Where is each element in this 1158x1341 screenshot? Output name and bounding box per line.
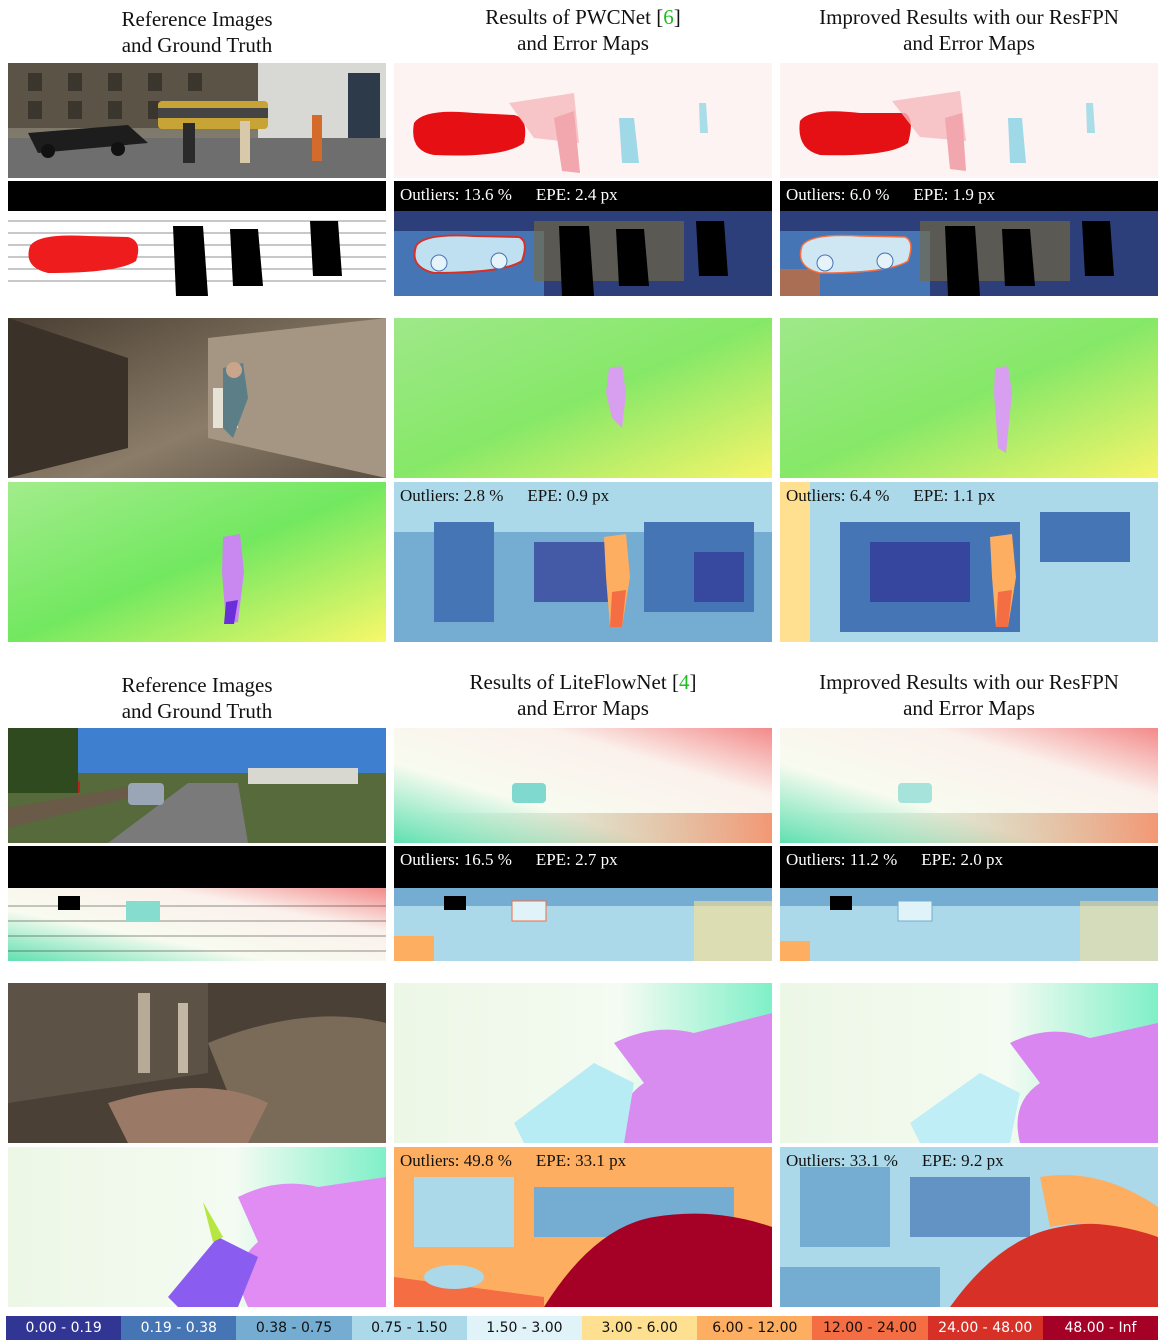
header-line: and Error Maps — [903, 696, 1035, 720]
header-pwcnet: Results of PWCNet [6] and Error Maps — [394, 4, 772, 56]
outliers-value: Outliers: 16.5 % — [400, 850, 512, 869]
sintel1-resfpn-flow — [780, 318, 1158, 478]
legend-bin: 24.00 - 48.00 — [927, 1316, 1043, 1340]
citation-link[interactable]: 4 — [679, 670, 690, 694]
metrics-label: Outliers: 6.4 % EPE: 1.1 px — [786, 486, 1019, 506]
kitti1-reference-image — [8, 63, 386, 178]
epe-value: EPE: 0.9 px — [527, 486, 610, 505]
metrics-label: Outliers: 13.6 % EPE: 2.4 px — [400, 185, 642, 205]
legend-bin: 1.50 - 3.00 — [466, 1316, 583, 1340]
sintel1-pwcnet-error-map: Outliers: 2.8 % EPE: 0.9 px — [394, 482, 772, 642]
legend-bin: 0.00 - 0.19 — [6, 1316, 122, 1340]
epe-value: EPE: 9.2 px — [921, 1151, 1004, 1170]
outliers-value: Outliers: 49.8 % — [400, 1151, 512, 1170]
sintel1-pwcnet-flow — [394, 318, 772, 478]
sintel2-reference-image — [8, 983, 386, 1143]
kitti1-ground-truth — [8, 181, 386, 296]
header-line: Results of LiteFlowNet [ — [469, 670, 679, 694]
legend-bin: 12.00 - 24.00 — [812, 1316, 928, 1340]
legend-bin: 0.75 - 1.50 — [351, 1316, 467, 1340]
header-liteflownet: Results of LiteFlowNet [4] and Error Map… — [394, 669, 772, 721]
header-resfpn-top: Improved Results with our ResFPN and Err… — [780, 4, 1158, 56]
error-color-legend: 0.00 - 0.19 0.19 - 0.38 0.38 - 0.75 0.75… — [6, 1316, 1158, 1340]
legend-bin: 0.19 - 0.38 — [121, 1316, 237, 1340]
header-line: and Ground Truth — [121, 33, 273, 57]
metrics-label: Outliers: 11.2 % EPE: 2.0 px — [786, 850, 1027, 870]
kitti1-pwcnet-error-map: Outliers: 13.6 % EPE: 2.4 px — [394, 181, 772, 296]
outliers-value: Outliers: 6.0 % — [786, 185, 890, 204]
kitti2-resfpn-flow — [780, 728, 1158, 843]
header-line: and Ground Truth — [121, 699, 273, 723]
kitti2-reference-image — [8, 728, 386, 843]
sintel1-ground-truth — [8, 482, 386, 642]
legend-bin: 6.00 - 12.00 — [697, 1316, 813, 1340]
header-line: and Error Maps — [903, 31, 1035, 55]
legend-bin: 48.00 - Inf — [1042, 1316, 1158, 1340]
metrics-label: Outliers: 6.0 % EPE: 1.9 px — [786, 185, 1019, 205]
outliers-value: Outliers: 2.8 % — [400, 486, 504, 505]
epe-value: EPE: 2.4 px — [535, 185, 618, 204]
kitti2-ground-truth — [8, 846, 386, 961]
metrics-label: Outliers: 33.1 % EPE: 9.2 px — [786, 1151, 1028, 1171]
header-resfpn-bottom: Improved Results with our ResFPN and Err… — [780, 669, 1158, 721]
header-line: Improved Results with our ResFPN — [819, 5, 1119, 29]
outliers-value: Outliers: 11.2 % — [786, 850, 898, 869]
sintel1-resfpn-error-map: Outliers: 6.4 % EPE: 1.1 px — [780, 482, 1158, 642]
header-line: Results of PWCNet [ — [485, 5, 664, 29]
header-bracket: ] — [689, 670, 697, 694]
outliers-value: Outliers: 13.6 % — [400, 185, 512, 204]
kitti2-resfpn-error-map: Outliers: 11.2 % EPE: 2.0 px — [780, 846, 1158, 961]
legend-bin: 0.38 - 0.75 — [236, 1316, 352, 1340]
sintel2-resfpn-flow — [780, 983, 1158, 1143]
epe-value: EPE: 1.1 px — [913, 486, 996, 505]
epe-value: EPE: 2.7 px — [535, 850, 618, 869]
header-bracket: ] — [673, 5, 681, 29]
kitti1-resfpn-error-map: Outliers: 6.0 % EPE: 1.9 px — [780, 181, 1158, 296]
epe-value: EPE: 2.0 px — [921, 850, 1003, 869]
header-reference-bottom: Reference Images and Ground Truth — [8, 672, 386, 724]
citation-link[interactable]: 6 — [663, 5, 674, 29]
kitti1-resfpn-flow — [780, 63, 1158, 178]
kitti2-liteflownet-error-map: Outliers: 16.5 % EPE: 2.7 px — [394, 846, 772, 961]
legend-bin: 3.00 - 6.00 — [582, 1316, 698, 1340]
outliers-value: Outliers: 6.4 % — [786, 486, 890, 505]
outliers-value: Outliers: 33.1 % — [786, 1151, 898, 1170]
sintel2-liteflownet-flow — [394, 983, 772, 1143]
metrics-label: Outliers: 2.8 % EPE: 0.9 px — [400, 486, 633, 506]
sintel1-reference-image — [8, 318, 386, 478]
header-line: and Error Maps — [517, 31, 649, 55]
sintel2-resfpn-error-map: Outliers: 33.1 % EPE: 9.2 px — [780, 1147, 1158, 1307]
sintel2-liteflownet-error-map: Outliers: 49.8 % EPE: 33.1 px — [394, 1147, 772, 1307]
epe-value: EPE: 33.1 px — [535, 1151, 627, 1170]
kitti1-pwcnet-flow — [394, 63, 772, 178]
sintel2-ground-truth — [8, 1147, 386, 1307]
metrics-label: Outliers: 49.8 % EPE: 33.1 px — [400, 1151, 650, 1171]
metrics-label: Outliers: 16.5 % EPE: 2.7 px — [400, 850, 642, 870]
header-line: and Error Maps — [517, 696, 649, 720]
header-reference-top: Reference Images and Ground Truth — [8, 6, 386, 58]
header-line: Reference Images — [121, 7, 273, 31]
epe-value: EPE: 1.9 px — [913, 185, 996, 204]
header-line: Reference Images — [121, 673, 273, 697]
kitti2-liteflownet-flow — [394, 728, 772, 843]
header-line: Improved Results with our ResFPN — [819, 670, 1119, 694]
